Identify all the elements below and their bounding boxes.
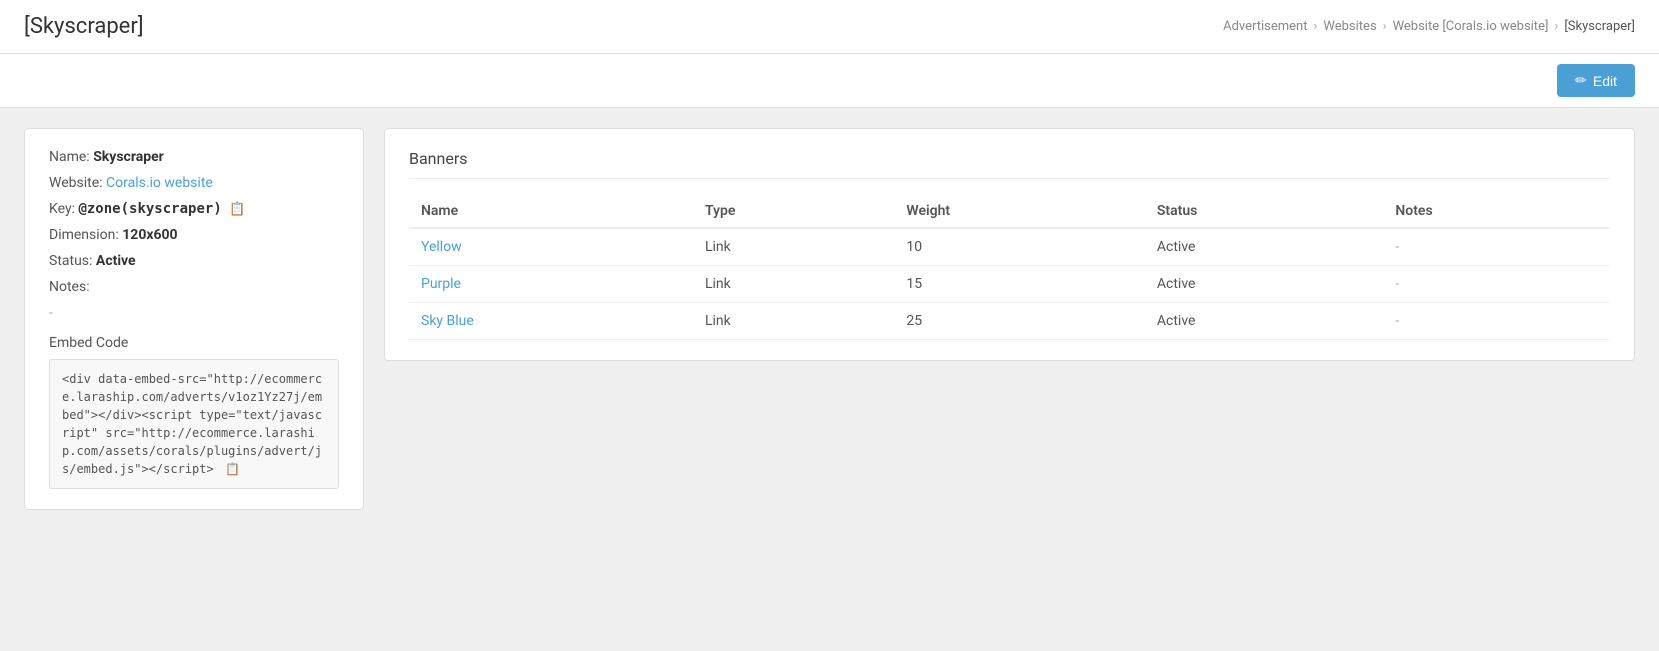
table-row: Yellow Link 10 Active - — [409, 228, 1610, 266]
key-label: Key: — [49, 201, 75, 217]
toolbar: ✏ Edit — [0, 54, 1659, 108]
banner-name-cell: Yellow — [409, 228, 693, 266]
status-row: Status: Active — [49, 253, 339, 269]
detail-card: Name: Skyscraper Website: Corals.io webs… — [24, 128, 364, 510]
key-copy-icon[interactable]: 📋 — [229, 202, 245, 217]
breadcrumb-current: [Skyscraper] — [1564, 19, 1635, 34]
dimension-row: Dimension: 120x600 — [49, 227, 339, 243]
col-status: Status — [1145, 195, 1384, 228]
banner-notes-cell: - — [1383, 266, 1610, 303]
banner-status-cell: Active — [1145, 266, 1384, 303]
edit-label: Edit — [1593, 73, 1617, 89]
breadcrumb-sep-1: › — [1313, 19, 1317, 34]
embed-code-text: <div data-embed-src="http://ecommerce.la… — [62, 372, 322, 476]
dimension-label: Dimension: — [49, 227, 119, 243]
dimension-value: 120x600 — [122, 227, 177, 243]
key-value: @zone(skyscraper) — [78, 201, 221, 217]
embed-code-box: <div data-embed-src="http://ecommerce.la… — [49, 359, 339, 489]
embed-label: Embed Code — [49, 335, 339, 351]
page-title: [Skyscraper] — [24, 14, 144, 39]
table-body: Yellow Link 10 Active - Purple Link 15 A… — [409, 228, 1610, 340]
table-header: Name Type Weight Status Notes — [409, 195, 1610, 228]
website-link[interactable]: Corals.io website — [106, 175, 213, 191]
banner-name-cell: Purple — [409, 266, 693, 303]
name-label: Name: — [49, 149, 90, 165]
banner-notes-cell: - — [1383, 303, 1610, 340]
notes-value-row: - — [49, 305, 339, 321]
key-row: Key: @zone(skyscraper) 📋 — [49, 201, 339, 217]
banner-weight-cell: 25 — [894, 303, 1145, 340]
table-row: Purple Link 15 Active - — [409, 266, 1610, 303]
website-row: Website: Corals.io website — [49, 175, 339, 191]
banner-name-cell: Sky Blue — [409, 303, 693, 340]
breadcrumb: Advertisement › Websites › Website [Cora… — [1223, 19, 1635, 34]
col-weight: Weight — [894, 195, 1145, 228]
breadcrumb-advertisement[interactable]: Advertisement — [1223, 19, 1307, 34]
banner-weight-cell: 15 — [894, 266, 1145, 303]
breadcrumb-websites[interactable]: Websites — [1323, 19, 1376, 34]
breadcrumb-sep-3: › — [1554, 19, 1558, 34]
breadcrumb-sep-2: › — [1383, 19, 1387, 34]
embed-copy-icon[interactable]: 📋 — [225, 460, 240, 478]
banner-notes-cell: - — [1383, 228, 1610, 266]
notes-value: - — [49, 305, 53, 321]
col-notes: Notes — [1383, 195, 1610, 228]
banner-type-cell: Link — [693, 266, 894, 303]
banners-table: Name Type Weight Status Notes Yellow Lin… — [409, 195, 1610, 340]
edit-button[interactable]: ✏ Edit — [1557, 64, 1635, 97]
banner-type-cell: Link — [693, 228, 894, 266]
main-content: Name: Skyscraper Website: Corals.io webs… — [0, 108, 1659, 530]
notes-row: Notes: — [49, 279, 339, 295]
banner-name-link[interactable]: Sky Blue — [421, 313, 474, 329]
table-row: Sky Blue Link 25 Active - — [409, 303, 1610, 340]
banner-name-link[interactable]: Purple — [421, 276, 461, 292]
name-value: Skyscraper — [93, 149, 164, 165]
notes-label: Notes: — [49, 279, 90, 295]
banners-card: Banners Name Type Weight Status Notes Ye… — [384, 128, 1635, 361]
status-value: Active — [96, 253, 136, 269]
col-type: Type — [693, 195, 894, 228]
banner-type-cell: Link — [693, 303, 894, 340]
banner-status-cell: Active — [1145, 228, 1384, 266]
banner-weight-cell: 10 — [894, 228, 1145, 266]
website-label: Website: — [49, 175, 103, 191]
breadcrumb-website[interactable]: Website [Corals.io website] — [1393, 19, 1549, 34]
banners-title: Banners — [409, 149, 1610, 179]
edit-icon: ✏ — [1575, 72, 1587, 89]
name-row: Name: Skyscraper — [49, 149, 339, 165]
col-name: Name — [409, 195, 693, 228]
status-label: Status: — [49, 253, 92, 269]
banner-status-cell: Active — [1145, 303, 1384, 340]
banner-name-link[interactable]: Yellow — [421, 239, 462, 255]
page-header: [Skyscraper] Advertisement › Websites › … — [0, 0, 1659, 54]
